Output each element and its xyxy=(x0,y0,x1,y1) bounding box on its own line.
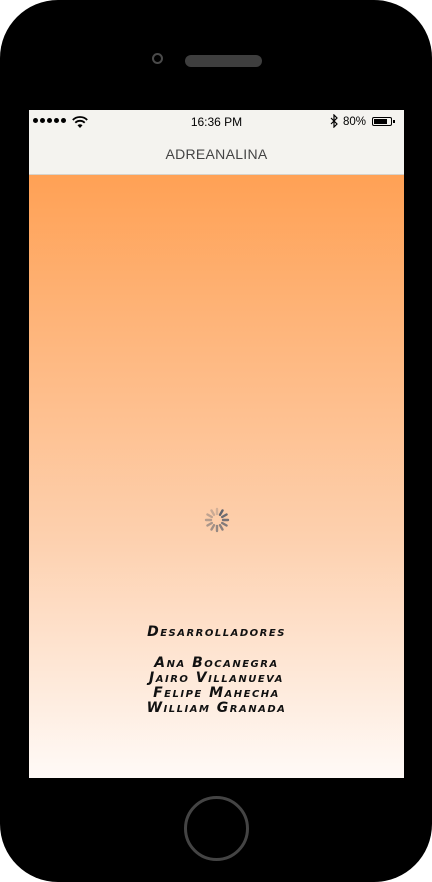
spinner-spoke xyxy=(220,521,228,527)
bluetooth-icon xyxy=(330,114,338,128)
spinner-spoke xyxy=(218,523,224,531)
page-title: ADREANALINA xyxy=(165,146,268,162)
spinner-spoke xyxy=(210,523,216,531)
battery-percent: 80% xyxy=(343,116,367,128)
developer-name: Ana Bocanegra xyxy=(154,655,279,671)
loading-spinner-icon xyxy=(204,507,230,533)
developer-name: William Granada xyxy=(146,700,287,716)
spinner-spoke xyxy=(206,521,214,527)
battery-icon xyxy=(372,117,395,126)
spinner-spoke xyxy=(220,513,228,519)
developer-name: Felipe Mahecha xyxy=(153,685,280,701)
spinner-spoke xyxy=(210,509,216,517)
spinner-spoke xyxy=(206,513,214,519)
earpiece-speaker xyxy=(185,55,262,67)
developer-list: Ana Bocanegra Jairo Villanueva Felipe Ma… xyxy=(29,656,404,716)
splash-content: Desarrolladores Ana Bocanegra Jairo Vill… xyxy=(29,175,404,778)
spinner-spoke xyxy=(218,509,224,517)
nav-bar: ADREANALINA xyxy=(29,133,404,175)
status-bar: 16:36 PM 80% xyxy=(29,110,404,133)
phone-frame: 16:36 PM 80% ADREANALINA Desarrolladores… xyxy=(0,0,432,882)
front-camera xyxy=(152,53,163,64)
home-button[interactable] xyxy=(184,796,249,861)
screen: 16:36 PM 80% ADREANALINA Desarrolladores… xyxy=(29,110,404,778)
credits-heading: Desarrolladores xyxy=(147,624,286,640)
developer-name: Jairo Villanueva xyxy=(149,670,284,686)
